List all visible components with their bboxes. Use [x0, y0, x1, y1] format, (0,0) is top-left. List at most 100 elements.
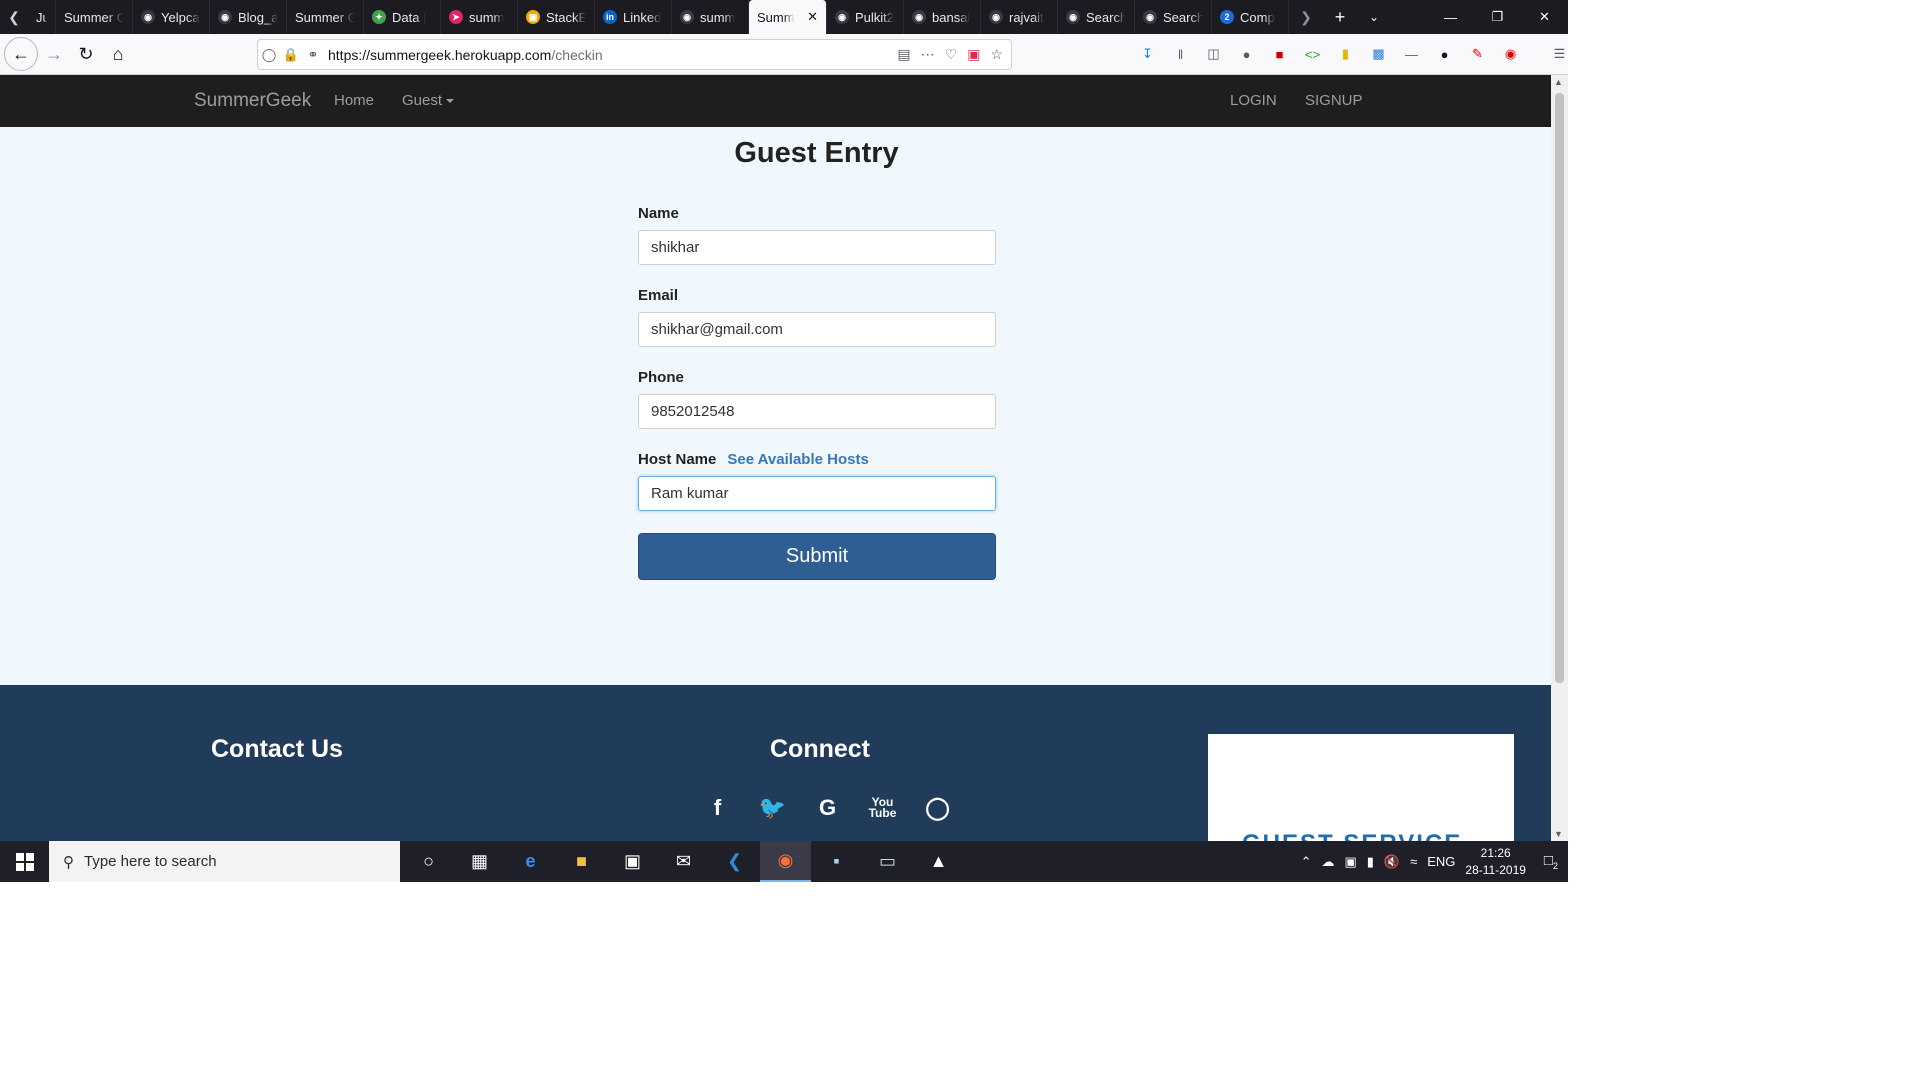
instagram-icon[interactable]: ◯: [910, 791, 965, 825]
submit-button[interactable]: Submit: [638, 533, 996, 580]
notepad-icon[interactable]: ▪: [811, 841, 862, 882]
browser-tab[interactable]: ◉ summ: [672, 0, 749, 34]
screenshot-icon[interactable]: ▣: [967, 46, 980, 63]
phone-field[interactable]: [638, 394, 996, 429]
browser-tab[interactable]: ✦ Data |: [364, 0, 441, 34]
social-links: f 🐦 G You Tube ◯: [690, 791, 965, 825]
browser-tab[interactable]: ◉ Search: [1135, 0, 1212, 34]
onedrive-icon[interactable]: ☁: [1321, 854, 1334, 870]
connect-heading: Connect: [770, 735, 870, 763]
browser-tab[interactable]: ➤ summ: [441, 0, 518, 34]
forward-icon[interactable]: →: [38, 38, 70, 70]
wifi-icon[interactable]: ≈: [1410, 854, 1417, 869]
sidebar-icon[interactable]: ◫: [1202, 42, 1225, 66]
browser-tab[interactable]: ◉ Yelpca: [133, 0, 210, 34]
nav-guest-dropdown[interactable]: Guest: [402, 92, 455, 109]
chart-extension-icon[interactable]: ▩: [1367, 42, 1390, 66]
page-actions-icon[interactable]: ⋯: [921, 46, 935, 63]
twitter-icon[interactable]: 🐦: [745, 791, 800, 825]
browser-tab[interactable]: in Linked: [595, 0, 672, 34]
browser-tab[interactable]: ▣ StackE: [518, 0, 595, 34]
browser-tab[interactable]: Summer G: [287, 0, 364, 34]
clock[interactable]: 21:26 28-11-2019: [1465, 845, 1526, 879]
see-available-hosts-link[interactable]: See Available Hosts: [727, 451, 868, 468]
cortana-icon[interactable]: ○: [403, 841, 454, 882]
page-scrollbar[interactable]: ▲ ▼: [1551, 75, 1568, 841]
scroll-down-icon[interactable]: ▼: [1554, 829, 1563, 839]
browser-tab[interactable]: Summ ✕: [749, 0, 827, 34]
tab-scroll-left-icon[interactable]: ❮: [0, 0, 28, 34]
scroll-up-icon[interactable]: ▲: [1554, 77, 1563, 87]
browser-tab[interactable]: ◉ Search: [1058, 0, 1135, 34]
firefox-icon[interactable]: ◉: [760, 841, 811, 882]
mail-icon[interactable]: ✉: [658, 841, 709, 882]
phone-label: Phone: [638, 369, 684, 386]
home-icon[interactable]: ⌂: [102, 38, 134, 70]
host-name-field[interactable]: [638, 476, 996, 511]
google-icon[interactable]: G: [800, 791, 855, 825]
color-extension-icon[interactable]: ▮: [1334, 42, 1357, 66]
nav-home-link[interactable]: Home: [334, 92, 374, 109]
restore-icon[interactable]: ❐: [1474, 0, 1521, 34]
tab-list-dropdown-icon[interactable]: ⌄: [1357, 0, 1391, 34]
photos-icon[interactable]: ▲: [913, 841, 964, 882]
search-icon: ⚲: [63, 853, 74, 871]
browser-tab[interactable]: ◉ Pulkit2: [827, 0, 904, 34]
pen-extension-icon[interactable]: ✎: [1466, 42, 1489, 66]
start-button[interactable]: [0, 841, 49, 882]
nav-signup-link[interactable]: SIGNUP: [1305, 92, 1363, 109]
store-icon[interactable]: ▣: [607, 841, 658, 882]
close-window-icon[interactable]: ✕: [1521, 0, 1568, 34]
browser-tab[interactable]: ◉ Blog_a: [210, 0, 287, 34]
youtube-icon[interactable]: You Tube: [855, 791, 910, 825]
mask-extension-icon[interactable]: ●: [1433, 42, 1456, 66]
notifications-icon[interactable]: □2: [1544, 852, 1558, 871]
vscode-icon[interactable]: ❮: [709, 841, 760, 882]
network-status-icon[interactable]: ▣: [1344, 854, 1356, 870]
bookmark-star-icon[interactable]: ☆: [990, 46, 1003, 63]
downloads-icon[interactable]: ↧: [1136, 42, 1159, 66]
code-extension-icon[interactable]: <>: [1301, 42, 1324, 66]
menu-icon[interactable]: ☰: [1548, 42, 1571, 66]
scroll-thumb[interactable]: [1555, 93, 1564, 683]
taskbar-search-box[interactable]: ⚲ Type here to search: [49, 841, 400, 882]
remote-desktop-icon[interactable]: ▭: [862, 841, 913, 882]
browser-tab[interactable]: 2 Comp: [1212, 0, 1289, 34]
tab-title: rajvait: [1009, 9, 1044, 25]
pdf-extension-icon[interactable]: ■: [1268, 42, 1291, 66]
dash-extension-icon[interactable]: —: [1400, 42, 1423, 66]
file-explorer-icon[interactable]: ■: [556, 841, 607, 882]
email-field[interactable]: [638, 312, 996, 347]
name-field[interactable]: [638, 230, 996, 265]
browser-tab[interactable]: Jul: [28, 0, 56, 34]
edge-icon[interactable]: e: [505, 841, 556, 882]
browser-tab[interactable]: Summer G: [56, 0, 133, 34]
url-bar[interactable]: ◯ 🔒 ⚭ https://summergeek.herokuapp.com/c…: [257, 39, 1012, 70]
facebook-icon[interactable]: f: [690, 791, 745, 825]
nav-login-link[interactable]: LOGIN: [1230, 92, 1277, 109]
volume-muted-icon[interactable]: 🔇: [1384, 854, 1400, 870]
minimize-icon[interactable]: —: [1427, 0, 1474, 34]
lock-icon[interactable]: 🔒: [280, 47, 302, 63]
close-tab-icon[interactable]: ✕: [807, 9, 818, 25]
chevron-up-icon[interactable]: ⌃: [1301, 854, 1312, 870]
battery-icon[interactable]: ▮: [1367, 854, 1374, 870]
new-tab-icon[interactable]: +: [1323, 0, 1357, 34]
reload-icon[interactable]: ↻: [70, 38, 102, 70]
page-content: SummerGeek Home Guest LOGIN SIGNUP Guest…: [0, 75, 1551, 841]
account-icon[interactable]: ●: [1235, 42, 1258, 66]
language-indicator[interactable]: ENG: [1427, 854, 1455, 869]
back-icon[interactable]: ←: [4, 37, 38, 71]
browser-tab[interactable]: ◉ rajvait: [981, 0, 1058, 34]
library-icon[interactable]: ‖: [1169, 42, 1192, 66]
tracking-shield-icon[interactable]: ◯: [258, 47, 280, 63]
browser-tab[interactable]: ◉ bansal: [904, 0, 981, 34]
task-view-icon[interactable]: ▦: [454, 841, 505, 882]
tab-scroll-right-icon[interactable]: ❯: [1289, 0, 1323, 34]
site-brand[interactable]: SummerGeek: [194, 90, 311, 112]
reader-view-icon[interactable]: ▤: [897, 46, 910, 63]
key-icon[interactable]: ⚭: [302, 47, 324, 63]
pocket-icon[interactable]: ♡: [945, 46, 958, 63]
record-extension-icon[interactable]: ◉: [1499, 42, 1522, 66]
github-icon: ◉: [1066, 10, 1080, 24]
